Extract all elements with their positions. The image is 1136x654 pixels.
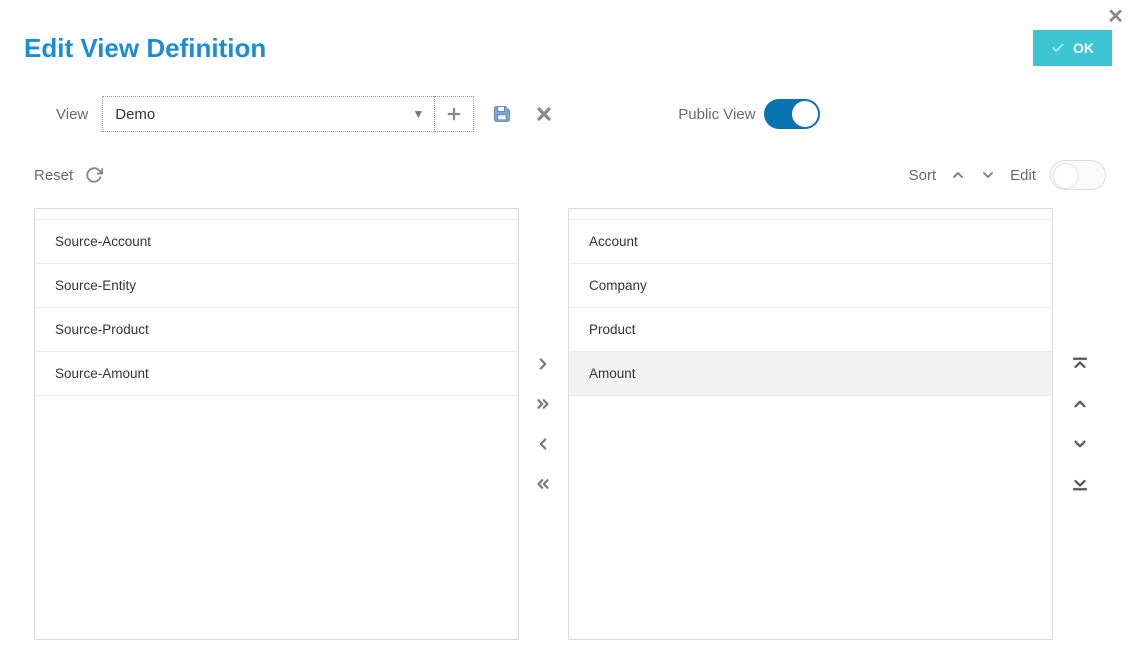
close-icon[interactable]: ✕ <box>1107 4 1124 29</box>
public-view-toggle[interactable] <box>764 99 820 129</box>
list-item[interactable]: Product <box>569 308 1052 352</box>
chevron-left-icon <box>534 435 552 453</box>
save-icon <box>492 104 512 124</box>
view-label: View <box>56 106 88 123</box>
check-icon <box>1051 41 1065 55</box>
chevrons-left-icon <box>533 475 553 493</box>
target-list-panel: Account Company Product Amount <box>568 208 1053 640</box>
chevron-bottom-icon <box>1071 475 1089 493</box>
move-bottom-button[interactable] <box>1071 475 1089 493</box>
list-item[interactable]: Account <box>569 219 1052 264</box>
ok-label: OK <box>1073 40 1094 56</box>
chevron-right-icon <box>534 355 552 373</box>
list-item[interactable]: Source-Product <box>35 308 518 352</box>
move-up-button[interactable] <box>1071 395 1089 413</box>
list-item[interactable]: Company <box>569 264 1052 308</box>
edit-label: Edit <box>1010 167 1036 184</box>
order-buttons <box>1059 208 1102 640</box>
view-select[interactable]: Demo ▼ <box>102 96 434 132</box>
move-down-button[interactable] <box>1071 435 1089 453</box>
chevrons-right-icon <box>533 395 553 413</box>
move-all-left-button[interactable] <box>533 475 553 493</box>
chevron-down-icon <box>1071 435 1089 453</box>
view-value: Demo <box>115 106 155 123</box>
sort-asc-button[interactable] <box>950 167 966 183</box>
move-top-button[interactable] <box>1071 355 1089 373</box>
x-icon <box>534 104 554 124</box>
ok-button[interactable]: OK <box>1033 30 1112 66</box>
public-view-label: Public View <box>678 106 755 123</box>
edit-toggle[interactable] <box>1050 160 1106 190</box>
list-item[interactable]: Source-Entity <box>35 264 518 308</box>
source-list-panel: Source-Account Source-Entity Source-Prod… <box>34 208 519 640</box>
chevron-up-icon <box>1071 395 1089 413</box>
list-item[interactable]: Amount <box>569 352 1052 396</box>
move-buttons <box>519 208 568 640</box>
save-view-button[interactable] <box>492 104 512 124</box>
sort-desc-button[interactable] <box>980 167 996 183</box>
chevron-up-icon <box>950 167 966 183</box>
delete-view-button[interactable] <box>534 104 554 124</box>
caret-down-icon: ▼ <box>412 107 424 121</box>
move-right-button[interactable] <box>534 355 552 373</box>
chevron-top-icon <box>1071 355 1089 373</box>
reset-label: Reset <box>34 167 73 184</box>
sort-label: Sort <box>909 167 937 184</box>
move-left-button[interactable] <box>534 435 552 453</box>
chevron-down-icon <box>980 167 996 183</box>
add-view-button[interactable] <box>434 96 474 132</box>
page-title: Edit View Definition <box>24 33 266 64</box>
list-item[interactable]: Source-Amount <box>35 352 518 396</box>
plus-icon <box>445 105 463 123</box>
refresh-icon <box>85 166 103 184</box>
move-all-right-button[interactable] <box>533 395 553 413</box>
list-item[interactable]: Source-Account <box>35 219 518 264</box>
reset-button[interactable] <box>85 166 103 184</box>
